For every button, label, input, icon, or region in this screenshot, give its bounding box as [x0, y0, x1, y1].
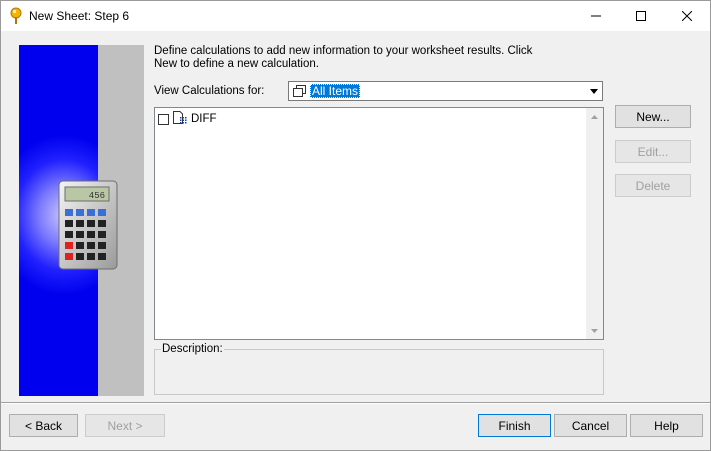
calculator-key — [87, 209, 95, 216]
view-calculations-dropdown[interactable]: All Items — [288, 81, 603, 101]
folder-items-icon — [293, 85, 307, 100]
calculator-key — [76, 242, 84, 249]
calculator-key — [65, 231, 73, 238]
calculator-key — [87, 220, 95, 227]
dropdown-selected-value: All Items — [310, 84, 361, 98]
description-label: Description: — [161, 343, 224, 355]
calculator-key — [87, 242, 95, 249]
delete-button[interactable]: Delete — [615, 174, 691, 197]
calculator-key — [98, 209, 106, 216]
calculator-key — [65, 242, 73, 249]
calculator-key — [87, 231, 95, 238]
description-group: Description: — [154, 343, 604, 395]
new-button[interactable]: New... — [615, 105, 691, 128]
calculator-key — [65, 209, 73, 216]
footer-divider-highlight — [1, 403, 710, 404]
minimize-button[interactable] — [573, 1, 619, 31]
calculator-key — [76, 231, 84, 238]
scroll-up-button[interactable] — [586, 108, 603, 125]
help-button[interactable]: Help — [630, 414, 703, 437]
wizard-illustration: 456 — [19, 45, 144, 396]
item-checkbox[interactable] — [158, 113, 169, 125]
calculator-display: 456 — [89, 191, 105, 201]
view-calculations-label: View Calculations for: — [154, 85, 265, 97]
minimize-icon — [591, 15, 601, 17]
wizard-dialog: New Sheet: Step 6 456 Define calculation… — [0, 0, 711, 451]
finish-button[interactable]: Finish — [478, 414, 551, 437]
close-icon — [682, 11, 692, 21]
maximize-button[interactable] — [618, 1, 664, 31]
chevron-down-icon — [591, 328, 598, 333]
edit-button[interactable]: Edit... — [615, 140, 691, 163]
calculation-icon — [172, 111, 188, 127]
close-button[interactable] — [664, 1, 710, 31]
calculator-key — [76, 220, 84, 227]
calculator-key — [98, 253, 106, 260]
window-title: New Sheet: Step 6 — [29, 9, 130, 23]
cancel-button[interactable]: Cancel — [554, 414, 627, 437]
calculator-key — [87, 253, 95, 260]
calculations-list[interactable]: DIFF — [154, 107, 604, 340]
calculator-key — [65, 253, 73, 260]
finish-button-label: Finish — [498, 418, 531, 433]
chevron-up-icon — [591, 114, 598, 119]
calculator-key — [76, 209, 84, 216]
next-button[interactable]: Next > — [85, 414, 165, 437]
maximize-icon — [636, 11, 646, 21]
calculator-key — [98, 242, 106, 249]
calculator-key — [98, 220, 106, 227]
vertical-scrollbar[interactable] — [586, 108, 603, 339]
instruction-text: Define calculations to add new informati… — [154, 45, 594, 71]
calculator-key — [65, 220, 73, 227]
instruction-line-1: Define calculations to add new informati… — [154, 45, 533, 57]
back-button[interactable]: < Back — [9, 414, 78, 437]
app-icon — [9, 7, 23, 25]
calculator-key — [98, 231, 106, 238]
chevron-down-icon[interactable] — [585, 82, 602, 100]
calculator-key — [76, 253, 84, 260]
scroll-down-button[interactable] — [586, 322, 603, 339]
calculator-icon: 456 — [57, 179, 119, 274]
list-item[interactable]: DIFF — [158, 111, 217, 127]
list-item-label: DIFF — [191, 113, 217, 125]
title-bar: New Sheet: Step 6 — [1, 1, 710, 31]
instruction-line-2: New to define a new calculation. — [154, 58, 319, 70]
